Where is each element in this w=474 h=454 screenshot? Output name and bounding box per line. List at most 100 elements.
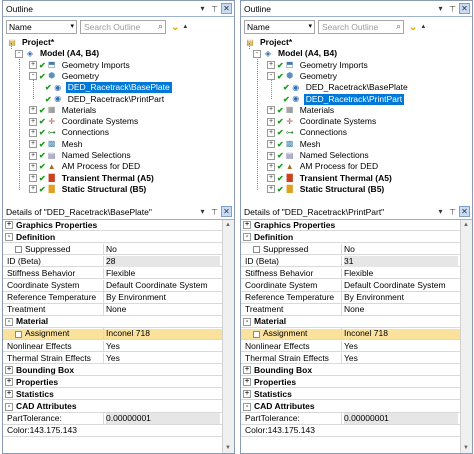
property-value[interactable]: Inconel 718 [344,328,458,339]
scroll-up-icon[interactable]: ▲ [225,222,231,228]
property-value[interactable]: None [106,304,220,315]
details-scrollbar[interactable]: ▲ ▼ [222,220,234,453]
property-value[interactable]: 31 [344,255,458,267]
search-input[interactable]: Search Outline ⌕ [318,20,404,34]
property-value[interactable]: By Environment [106,292,220,303]
tree-item[interactable]: + ✔ ⬒ Geometry Imports [267,60,370,71]
details-property-row[interactable]: ID (Beta) 31 [241,255,472,268]
details-property-row[interactable]: Color:143.175.143 [3,425,234,437]
property-value[interactable]: Yes [344,341,458,352]
property-value[interactable]: Flexible [106,268,220,279]
dropdown-icon[interactable]: ▾ [435,3,446,14]
tree-item[interactable]: + ✔ ▩ Mesh [29,139,85,150]
tree-item[interactable]: + ✔ ▩ Mesh [267,139,323,150]
expand-icon[interactable]: + [29,128,37,137]
close-icon[interactable]: ✕ [221,3,232,14]
tree-item[interactable]: + ✔ ▇ Static Structural (B5) [29,184,148,195]
property-value[interactable]: Yes [106,353,220,364]
expand-icon[interactable]: + [29,61,37,70]
tree-item[interactable]: ✔ ◉ DED_Racetrack\PrintPart [279,93,405,105]
details-property-row[interactable]: PartTolerance: 0.00000001 [241,413,472,425]
expand-icon[interactable]: + [29,185,37,194]
collapse-icon[interactable]: - [5,233,13,242]
tree-item[interactable]: + ✔ ▇ Transient Thermal (A5) [29,173,156,184]
expand-icon[interactable]: + [243,378,251,387]
expand-icon[interactable]: + [267,185,275,194]
expand-icon[interactable]: + [29,174,37,183]
checkbox[interactable] [253,245,260,253]
details-property-row[interactable]: ID (Beta) 28 [3,255,234,268]
tree-item[interactable]: + ✔ ▲ AM Process for DED [267,161,380,172]
property-value[interactable]: Yes [344,353,458,364]
pin-icon[interactable]: ⊥ [209,206,220,217]
details-property-row[interactable]: Nonlinear Effects Yes [241,340,472,352]
tree-item[interactable]: + ✔ ▦ Materials [29,105,98,116]
checkbox[interactable] [15,245,22,253]
pin-icon[interactable]: ⊥ [209,3,220,14]
tree-item[interactable]: - ◈ Model (A4, B4) [253,48,339,59]
details-property-row[interactable]: Nonlinear Effects Yes [3,340,234,352]
pin-icon[interactable]: ⊥ [447,3,458,14]
property-value[interactable]: No [106,244,220,255]
expand-icon[interactable]: + [29,162,37,171]
expand-icon[interactable]: + [29,151,37,160]
property-value[interactable]: None [344,304,458,315]
tree-item[interactable]: + ✔ ⊶ Connections [267,127,349,138]
expand-icon[interactable]: + [243,366,251,375]
dropdown-arrow-icon[interactable]: ▲ [182,24,188,30]
details-property-row[interactable]: Coordinate System Default Coordinate Syst… [3,280,234,292]
property-value[interactable]: 28 [106,255,220,267]
tree-item[interactable]: ✔ ◉ DED_Racetrack\PrintPart [41,94,166,105]
details-property-row[interactable]: Stiffness Behavior Flexible [3,267,234,280]
filter-chevron-icon[interactable]: ⌄ [409,22,417,33]
tree-item[interactable]: ✔ ◉ DED_Racetrack\BasePlate [279,82,410,93]
tree-item[interactable]: - ✔ ⬢ Geometry [267,71,339,82]
close-icon[interactable]: ✕ [221,206,232,217]
name-filter-select[interactable]: Name ▾ [244,20,315,34]
expand-icon[interactable]: + [5,221,13,229]
details-property-row[interactable]: PartTolerance: 0.00000001 [3,413,234,425]
collapse-icon[interactable]: - [267,72,275,81]
dropdown-icon[interactable]: ▾ [197,206,208,217]
filter-chevron-icon[interactable]: ⌄ [171,22,179,33]
expand-icon[interactable]: + [267,61,275,70]
details-property-row[interactable]: Assignment Inconel 718 [241,328,472,340]
tree-item[interactable]: - ◈ Model (A4, B4) [15,48,101,59]
tree-item[interactable]: ✔ ◉ DED_Racetrack\BasePlate [41,82,172,94]
expand-icon[interactable]: + [267,174,275,183]
expand-icon[interactable]: + [267,151,275,160]
tree-item[interactable]: + ✔ ▇ Static Structural (B5) [267,184,386,195]
name-filter-select[interactable]: Name ▾ [6,20,77,34]
checkbox[interactable] [253,330,260,338]
dropdown-icon[interactable]: ▾ [197,3,208,14]
close-icon[interactable]: ✕ [459,206,470,217]
expand-icon[interactable]: + [5,390,13,399]
scroll-up-icon[interactable]: ▲ [463,222,469,228]
expand-icon[interactable]: + [267,128,275,137]
scroll-down-icon[interactable]: ▼ [225,445,231,451]
property-value[interactable]: Default Coordinate System [106,280,220,291]
tree-item[interactable]: + ✔ ▦ Materials [267,105,336,116]
collapse-icon[interactable]: - [5,402,13,411]
details-property-row[interactable]: Thermal Strain Effects Yes [241,352,472,365]
details-property-row[interactable]: Reference Temperature By Environment [241,292,472,304]
collapse-icon[interactable]: - [243,317,251,326]
collapse-icon[interactable]: - [15,49,23,58]
details-property-row[interactable]: Coordinate System Default Coordinate Syst… [241,280,472,292]
expand-icon[interactable]: + [5,366,13,375]
details-property-row[interactable]: Color:143.175.143 [241,425,472,437]
expand-icon[interactable]: + [29,117,37,126]
expand-icon[interactable]: + [267,106,275,115]
dropdown-arrow-icon[interactable]: ▲ [420,24,426,30]
property-value[interactable]: No [344,244,458,255]
property-value[interactable]: 0.00000001 [106,413,220,425]
collapse-icon[interactable]: - [243,402,251,411]
property-value[interactable]: 0.00000001 [344,413,458,425]
property-value[interactable]: Inconel 718 [106,328,220,339]
tree-item[interactable]: + ✔ ✛ Coordinate Systems [267,116,378,127]
details-property-row[interactable]: Stiffness Behavior Flexible [241,267,472,280]
details-property-row[interactable]: Treatment None [3,304,234,316]
expand-icon[interactable]: + [267,140,275,149]
tree-item[interactable]: + ✔ ⊶ Connections [29,127,111,138]
property-value[interactable]: Yes [106,341,220,352]
